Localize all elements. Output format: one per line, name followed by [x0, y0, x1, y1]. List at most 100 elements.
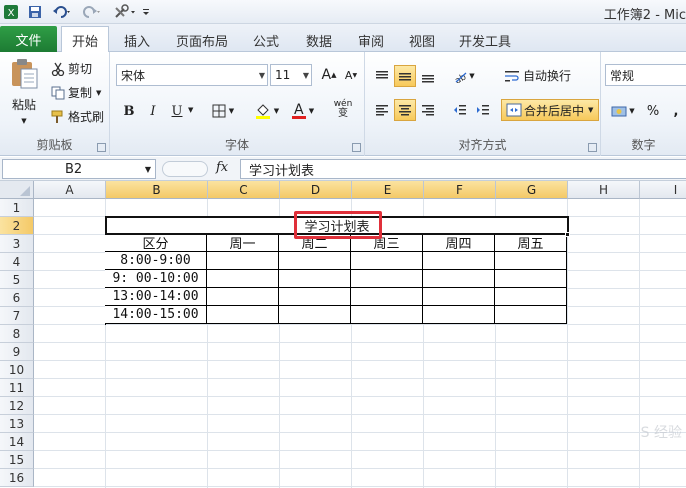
- accounting-format-button[interactable]: ▼: [607, 100, 639, 122]
- column-header-d[interactable]: D: [280, 181, 352, 199]
- schedule-cell[interactable]: [207, 252, 279, 270]
- column-header-e[interactable]: E: [352, 181, 424, 199]
- formula-input[interactable]: 学习计划表: [240, 159, 686, 179]
- tab-home[interactable]: 开始: [61, 26, 109, 53]
- schedule-cell[interactable]: [207, 306, 279, 324]
- row-header-4[interactable]: 4: [0, 253, 34, 271]
- schedule-cell[interactable]: [351, 288, 423, 306]
- increase-indent-button[interactable]: [472, 99, 494, 121]
- table-header-cell[interactable]: 区分: [105, 234, 207, 252]
- time-slot-cell[interactable]: 13:00-14:00: [105, 288, 207, 306]
- fill-handle[interactable]: [565, 232, 570, 237]
- tab-insert[interactable]: 插入: [116, 28, 158, 52]
- schedule-cell[interactable]: [423, 270, 495, 288]
- percent-button[interactable]: %: [642, 100, 664, 122]
- bold-button[interactable]: B: [118, 100, 140, 122]
- select-all-corner[interactable]: [0, 181, 34, 199]
- column-header-g[interactable]: G: [496, 181, 568, 199]
- schedule-cell[interactable]: [495, 252, 567, 270]
- tab-data[interactable]: 数据: [298, 28, 340, 52]
- schedule-cell[interactable]: [495, 270, 567, 288]
- align-center-button[interactable]: [394, 99, 416, 121]
- schedule-cell[interactable]: [423, 306, 495, 324]
- tab-file[interactable]: 文件: [0, 26, 57, 52]
- align-bottom-button[interactable]: [417, 65, 439, 87]
- borders-button[interactable]: ▼: [208, 100, 238, 122]
- worksheet-grid[interactable]: ABCDEFGHI 1 2 3 4 5 6 7 8 9 10 11 12 13 14 15 16 区分 周一 周二…: [0, 181, 686, 488]
- merge-center-button[interactable]: 合并后居中 ▼: [501, 99, 599, 121]
- row-header-10[interactable]: 10: [0, 361, 34, 379]
- column-header-c[interactable]: C: [208, 181, 280, 199]
- row-header-6[interactable]: 6: [0, 289, 34, 307]
- insert-function-button[interactable]: fx: [216, 160, 228, 175]
- table-header-cell[interactable]: 周一: [207, 234, 279, 252]
- row-header-5[interactable]: 5: [0, 271, 34, 289]
- schedule-cell[interactable]: [207, 288, 279, 306]
- italic-button[interactable]: I: [142, 100, 164, 122]
- time-slot-cell[interactable]: 9: 00-10:00: [105, 270, 207, 288]
- row-header-8[interactable]: 8: [0, 325, 34, 343]
- orientation-button[interactable]: ab ▼: [449, 65, 479, 87]
- number-format-combo[interactable]: 常规: [605, 64, 686, 86]
- align-right-button[interactable]: [417, 99, 439, 121]
- font-size-combo[interactable]: 11 ▼: [270, 64, 312, 86]
- column-header-f[interactable]: F: [424, 181, 496, 199]
- copy-button[interactable]: 复制 ▼: [50, 84, 101, 101]
- row-header-2[interactable]: 2: [0, 217, 34, 235]
- chevron-down-icon[interactable]: ▼: [188, 106, 193, 114]
- cut-button[interactable]: 剪切: [50, 60, 92, 77]
- schedule-cell[interactable]: [423, 252, 495, 270]
- row-header-7[interactable]: 7: [0, 307, 34, 325]
- time-slot-cell[interactable]: 14:00-15:00: [105, 306, 207, 324]
- clipboard-launcher-icon[interactable]: [97, 143, 106, 152]
- underline-button[interactable]: U: [166, 100, 188, 122]
- row-header-12[interactable]: 12: [0, 397, 34, 415]
- tab-page-layout[interactable]: 页面布局: [172, 28, 232, 52]
- undo-icon[interactable]: [50, 3, 74, 21]
- paste-button[interactable]: 粘贴 ▼: [6, 58, 42, 125]
- column-header-a[interactable]: A: [34, 181, 106, 199]
- customize-toolbar-icon[interactable]: [140, 3, 152, 21]
- tab-formulas[interactable]: 公式: [245, 28, 287, 52]
- schedule-cell[interactable]: [279, 252, 351, 270]
- tab-developer[interactable]: 开发工具: [454, 28, 516, 52]
- row-header-15[interactable]: 15: [0, 451, 34, 469]
- name-box[interactable]: B2 ▼: [2, 159, 156, 179]
- schedule-cell[interactable]: [351, 306, 423, 324]
- schedule-cell[interactable]: [495, 306, 567, 324]
- table-header-cell[interactable]: 周四: [423, 234, 495, 252]
- save-icon[interactable]: [26, 3, 44, 21]
- alignment-launcher-icon[interactable]: [588, 143, 597, 152]
- format-painter-button[interactable]: 格式刷: [50, 108, 104, 125]
- grow-font-button[interactable]: A ▲: [318, 64, 340, 86]
- font-name-combo[interactable]: 宋体 ▼: [116, 64, 268, 86]
- column-header-b[interactable]: B: [106, 181, 208, 199]
- tab-review[interactable]: 审阅: [350, 28, 392, 52]
- schedule-cell[interactable]: [279, 288, 351, 306]
- row-header-16[interactable]: 16: [0, 469, 34, 487]
- row-header-9[interactable]: 9: [0, 343, 34, 361]
- phonetic-button[interactable]: wén 变: [328, 98, 358, 120]
- fill-color-button[interactable]: ▼: [250, 100, 284, 122]
- schedule-cell[interactable]: [351, 270, 423, 288]
- row-header-3[interactable]: 3: [0, 235, 34, 253]
- align-top-button[interactable]: [371, 65, 393, 87]
- decrease-indent-button[interactable]: [449, 99, 471, 121]
- shrink-font-button[interactable]: A ▼: [340, 64, 362, 86]
- time-slot-cell[interactable]: 8:00-9:00: [105, 252, 207, 270]
- schedule-cell[interactable]: [279, 270, 351, 288]
- table-header-cell[interactable]: 周五: [495, 234, 567, 252]
- formula-bar-splitter[interactable]: [162, 161, 208, 177]
- font-color-button[interactable]: A ▼: [286, 100, 320, 122]
- row-header-13[interactable]: 13: [0, 415, 34, 433]
- schedule-cell[interactable]: [495, 288, 567, 306]
- column-header-h[interactable]: H: [568, 181, 640, 199]
- schedule-cell[interactable]: [279, 306, 351, 324]
- column-header-i[interactable]: I: [640, 181, 686, 199]
- align-left-button[interactable]: [371, 99, 393, 121]
- redo-icon[interactable]: [80, 3, 104, 21]
- row-header-14[interactable]: 14: [0, 433, 34, 451]
- row-header-1[interactable]: 1: [0, 199, 34, 217]
- comma-button[interactable]: ,: [665, 100, 686, 122]
- align-middle-button[interactable]: [394, 65, 416, 87]
